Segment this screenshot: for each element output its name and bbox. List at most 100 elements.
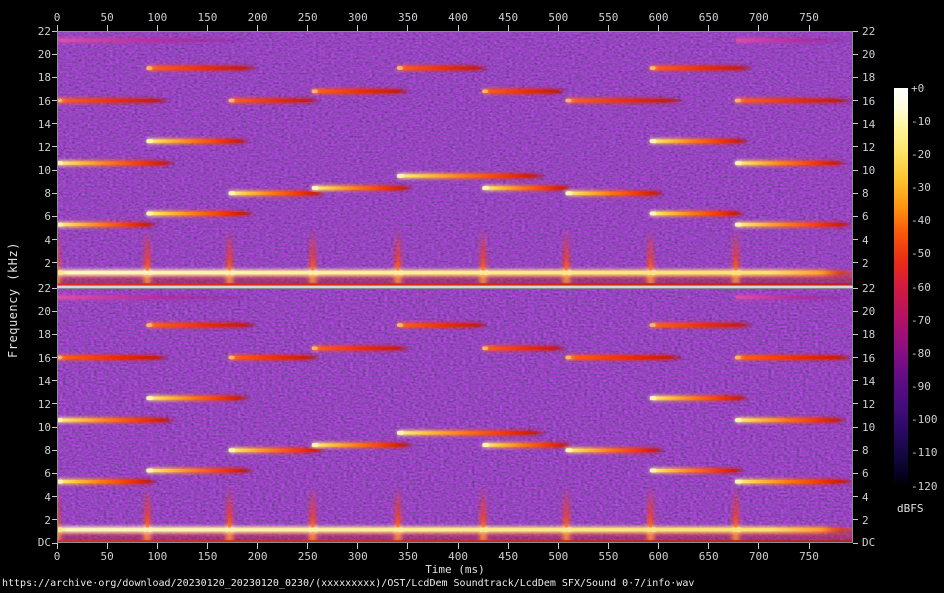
colorbar-tick-label: -60 — [911, 281, 944, 294]
colorbar-tick-label: -120 — [911, 480, 944, 493]
time-tick-bottom — [107, 543, 108, 549]
freq-tick-left — [52, 170, 57, 171]
spectrogram-channel-1 — [57, 31, 853, 286]
time-tick-bottom — [608, 543, 609, 549]
time-tick-label-bottom: 450 — [486, 550, 530, 563]
freq-tick-label-left: 6 — [15, 467, 51, 480]
freq-tick-label-left: 2 — [15, 514, 51, 527]
freq-tick-right — [853, 427, 858, 428]
time-tick-bottom — [207, 543, 208, 549]
spectrogram-plot — [57, 31, 853, 543]
time-tick-top — [558, 25, 559, 31]
time-tick-label-top: 500 — [536, 11, 580, 24]
freq-tick-label-left: 4 — [15, 491, 51, 504]
time-tick-top — [658, 25, 659, 31]
freq-tick-right — [853, 357, 858, 358]
time-tick-label-bottom: 250 — [286, 550, 330, 563]
time-tick-label-bottom: 500 — [536, 550, 580, 563]
freq-tick-label-left: 10 — [15, 421, 51, 434]
time-tick-label-bottom: 100 — [135, 550, 179, 563]
time-tick-bottom — [257, 543, 258, 549]
time-tick-label-top: 0 — [35, 11, 79, 24]
freq-tick-right — [853, 262, 858, 263]
freq-tick-label-right: 4 — [862, 491, 898, 504]
freq-tick-left — [52, 519, 57, 520]
time-tick-label-top: 350 — [386, 11, 430, 24]
source-path-text: https://archive·org/download/20230120_20… — [2, 578, 694, 589]
time-tick-top — [508, 25, 509, 31]
time-tick-top — [257, 25, 258, 31]
freq-tick-left — [52, 311, 57, 312]
freq-tick-label-right: 12 — [862, 141, 898, 154]
freq-tick-left — [52, 216, 57, 217]
time-tick-top — [708, 25, 709, 31]
time-tick-top — [207, 25, 208, 31]
freq-tick-label-right: 20 — [862, 305, 898, 318]
colorbar-gradient — [894, 88, 908, 486]
dc-tick-left — [52, 543, 57, 544]
time-tick-label-top: 600 — [637, 11, 681, 24]
time-tick-bottom — [157, 543, 158, 549]
colorbar-tick-label: -80 — [911, 347, 944, 360]
freq-tick-right — [853, 100, 858, 101]
freq-tick-left — [52, 77, 57, 78]
time-tick-bottom — [458, 543, 459, 549]
freq-axis-title: Frequency (kHz) — [6, 200, 22, 400]
freq-tick-label-left: 8 — [15, 444, 51, 457]
time-tick-label-top: 150 — [185, 11, 229, 24]
freq-tick-left — [52, 496, 57, 497]
time-tick-label-top: 300 — [336, 11, 380, 24]
freq-tick-left — [52, 193, 57, 194]
time-tick-label-top: 250 — [286, 11, 330, 24]
time-tick-label-bottom: 700 — [737, 550, 781, 563]
colorbar-unit-label: dBFS — [897, 502, 924, 515]
time-tick-top — [157, 25, 158, 31]
time-tick-label-bottom: 400 — [436, 550, 480, 563]
time-tick-label-top: 700 — [737, 11, 781, 24]
freq-tick-label-right: 16 — [862, 352, 898, 365]
time-axis-title: Time (ms) — [395, 563, 515, 576]
freq-tick-right — [853, 77, 858, 78]
time-tick-top — [357, 25, 358, 31]
freq-tick-right — [853, 239, 858, 240]
freq-tick-label-left: 8 — [15, 187, 51, 200]
freq-tick-left — [52, 262, 57, 263]
colorbar-tick-label: -100 — [911, 413, 944, 426]
colorbar-tick-label: -30 — [911, 181, 944, 194]
freq-tick-label-right: 2 — [862, 257, 898, 270]
freq-tick-label-left: 10 — [15, 164, 51, 177]
colorbar-tick-label: -110 — [911, 446, 944, 459]
freq-tick-label-right: 22 — [862, 25, 898, 38]
time-tick-bottom — [508, 543, 509, 549]
dc-tick-right — [853, 543, 858, 544]
time-tick-label-bottom: 750 — [787, 550, 831, 563]
colorbar-tick-label: -90 — [911, 380, 944, 393]
time-tick-label-bottom: 50 — [85, 550, 129, 563]
time-tick-label-top: 200 — [236, 11, 280, 24]
freq-tick-right — [853, 311, 858, 312]
freq-tick-right — [853, 334, 858, 335]
freq-tick-left — [52, 31, 57, 32]
time-tick-bottom — [57, 543, 58, 549]
freq-tick-left — [52, 450, 57, 451]
freq-tick-left — [52, 54, 57, 55]
freq-tick-left — [52, 403, 57, 404]
freq-tick-right — [853, 123, 858, 124]
freq-tick-left — [52, 427, 57, 428]
freq-tick-label-right: 12 — [862, 398, 898, 411]
freq-tick-left — [52, 357, 57, 358]
freq-tick-right — [853, 31, 858, 32]
freq-tick-left — [52, 146, 57, 147]
freq-tick-right — [853, 146, 858, 147]
time-tick-label-bottom: 200 — [236, 550, 280, 563]
freq-tick-right — [853, 54, 858, 55]
time-tick-top — [307, 25, 308, 31]
freq-tick-left — [52, 100, 57, 101]
freq-tick-right — [853, 288, 858, 289]
time-tick-top — [458, 25, 459, 31]
freq-tick-label-left: 12 — [15, 141, 51, 154]
freq-tick-left — [52, 123, 57, 124]
time-tick-label-top: 50 — [85, 11, 129, 24]
time-tick-label-bottom: 0 — [35, 550, 79, 563]
time-tick-bottom — [357, 543, 358, 549]
